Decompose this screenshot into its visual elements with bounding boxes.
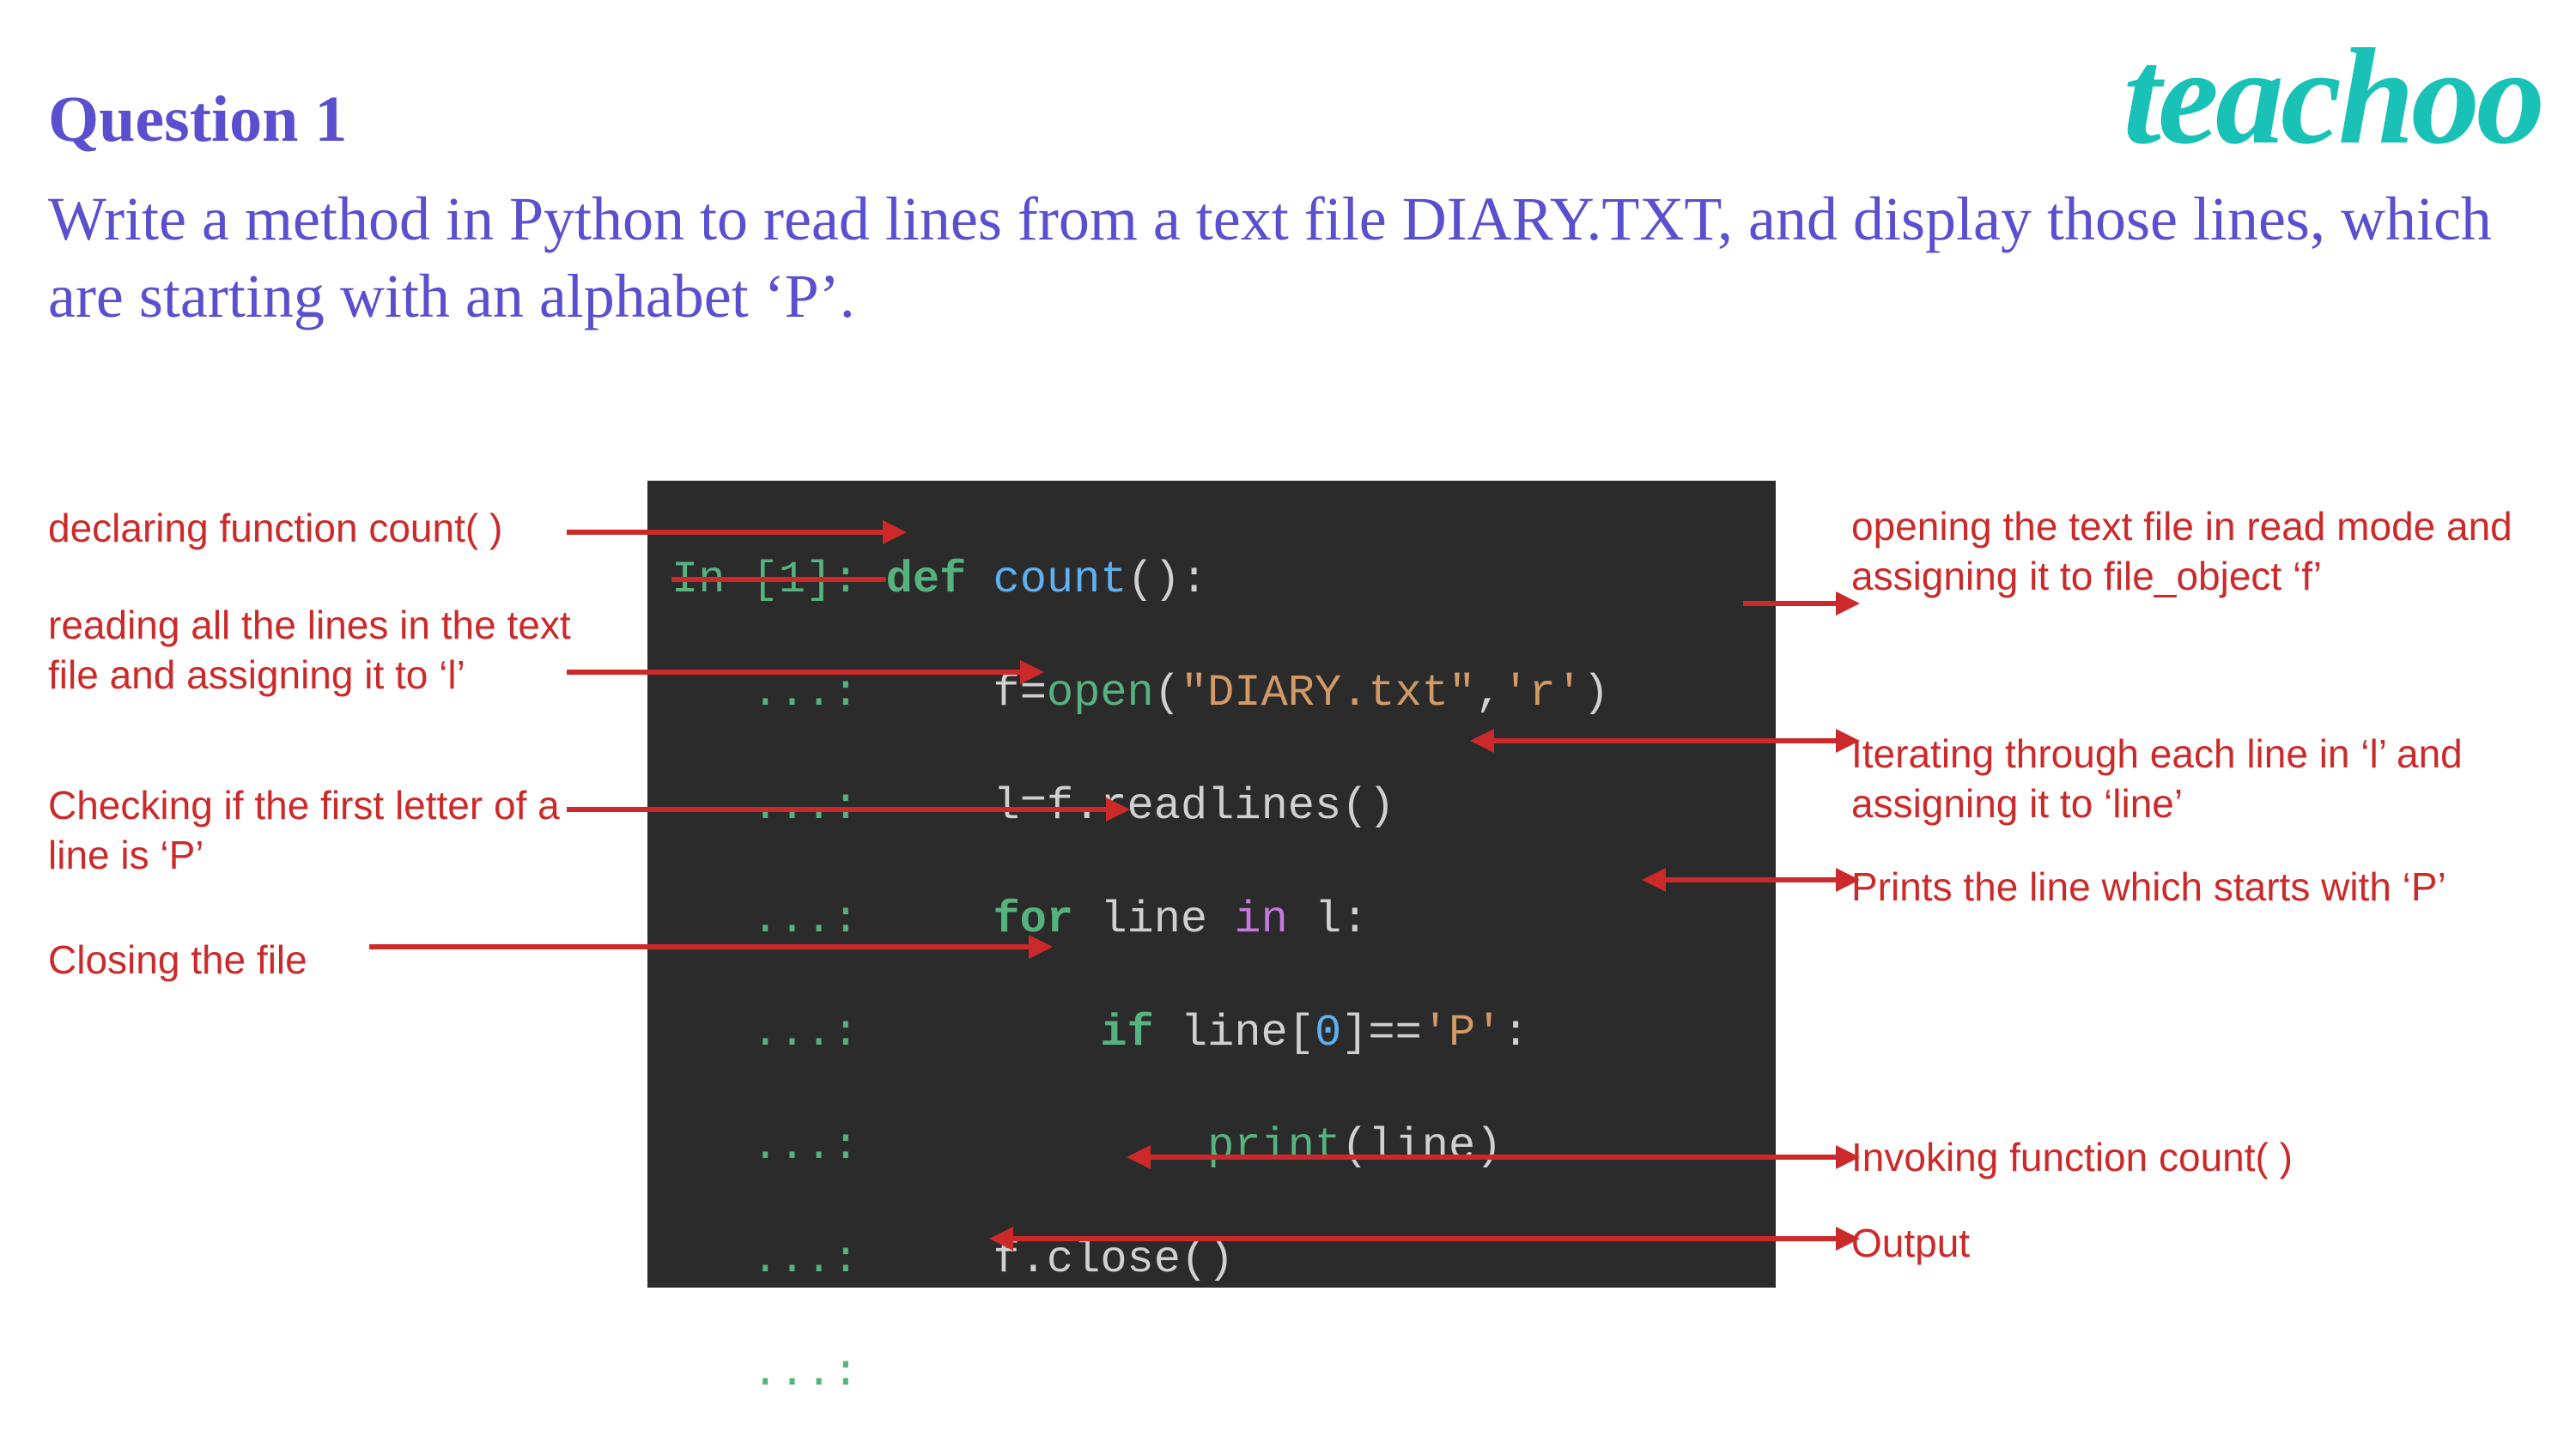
var-l: l bbox=[1315, 894, 1341, 945]
annotation-readlines: reading all the lines in the text file a… bbox=[48, 601, 615, 700]
builtin-open: open bbox=[1047, 668, 1154, 718]
annotation-invoke: Invoking function count( ) bbox=[1851, 1133, 2555, 1183]
var-line: line bbox=[1368, 1121, 1475, 1172]
paren-icon: ( bbox=[1154, 668, 1181, 718]
annotation-declare: declaring function count( ) bbox=[48, 504, 615, 554]
question-prompt: Write a method in Python to read lines f… bbox=[48, 180, 2542, 335]
code-line-1: In [1]: def count(): bbox=[671, 546, 1752, 615]
var-f: f bbox=[993, 668, 1019, 718]
method-close: close bbox=[1047, 1234, 1181, 1285]
code-block: In [1]: def count(): ...: f=open("DIARY.… bbox=[647, 481, 1776, 1288]
slide: teachoo Question 1 Write a method in Pyt… bbox=[0, 0, 2576, 1449]
bracket-icon: [ bbox=[1288, 1008, 1315, 1058]
function-name-count: count bbox=[993, 555, 1127, 605]
paren-icon: ( bbox=[1181, 1234, 1207, 1285]
code-line-8: ...: bbox=[671, 1339, 1752, 1408]
paren-icon: ( bbox=[1341, 781, 1368, 832]
paren-icon: ) bbox=[1207, 1234, 1234, 1285]
brand-logo: teachoo bbox=[2123, 17, 2542, 176]
paren-icon: ) bbox=[1368, 781, 1394, 832]
code-line-5: ...: if line[0]=='P': bbox=[671, 999, 1752, 1068]
keyword-def: def bbox=[886, 555, 967, 605]
continuation-prompt: ...: bbox=[671, 1234, 886, 1285]
string-P: 'P' bbox=[1422, 1008, 1503, 1058]
bracket-icon: ] bbox=[1341, 1008, 1368, 1058]
continuation-prompt: ...: bbox=[671, 1348, 886, 1398]
continuation-prompt: ...: bbox=[671, 894, 886, 945]
question-number-heading: Question 1 bbox=[48, 82, 347, 157]
keyword-if: if bbox=[1100, 1008, 1153, 1058]
builtin-print: print bbox=[1207, 1121, 1341, 1172]
annotation-close: Closing the file bbox=[48, 936, 615, 985]
continuation-prompt: ...: bbox=[671, 1008, 886, 1058]
colon-icon: : bbox=[1341, 894, 1368, 945]
dot-icon: . bbox=[1020, 1234, 1047, 1285]
var-line: line bbox=[1100, 894, 1207, 945]
continuation-prompt: ...: bbox=[671, 1121, 886, 1172]
paren-icon: ( bbox=[1127, 555, 1154, 605]
method-readlines: readlines bbox=[1100, 781, 1341, 832]
annotation-open: opening the text file in read mode and a… bbox=[1851, 502, 2555, 601]
string-mode: 'r' bbox=[1502, 668, 1583, 718]
continuation-prompt: ...: bbox=[671, 668, 886, 718]
string-filename: "DIARY.txt" bbox=[1181, 668, 1475, 718]
keyword-in: in bbox=[1234, 894, 1287, 945]
prompt-in-1: In [1]: bbox=[671, 555, 886, 605]
annotation-check: Checking if the first letter of a line i… bbox=[48, 781, 615, 880]
annotation-iterate: Iterating through each line in ‘l’ and a… bbox=[1851, 730, 2555, 828]
comma-icon: , bbox=[1475, 668, 1502, 718]
colon-icon: : bbox=[1181, 555, 1207, 605]
annotation-output: Output bbox=[1851, 1219, 2555, 1269]
code-line-6: ...: print(line) bbox=[671, 1113, 1752, 1181]
equals-equals-icon: == bbox=[1368, 1008, 1421, 1058]
paren-icon: ) bbox=[1475, 1121, 1502, 1172]
literal-zero: 0 bbox=[1315, 1008, 1341, 1058]
paren-icon: ) bbox=[1154, 555, 1181, 605]
paren-icon: ) bbox=[1583, 668, 1609, 718]
paren-icon: ( bbox=[1341, 1121, 1368, 1172]
annotation-print: Prints the line which starts with ‘P’ bbox=[1851, 863, 2573, 912]
colon-icon: : bbox=[1502, 1008, 1528, 1058]
var-line: line bbox=[1181, 1008, 1288, 1058]
